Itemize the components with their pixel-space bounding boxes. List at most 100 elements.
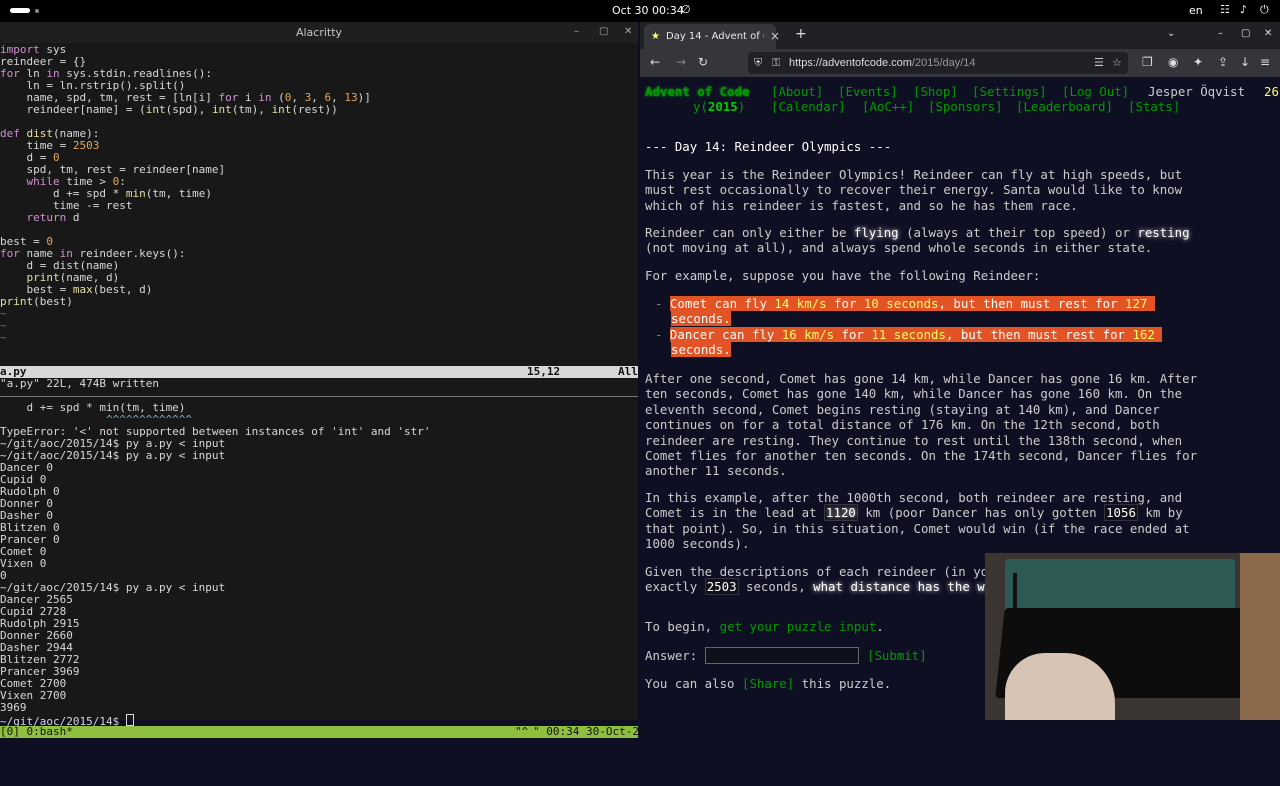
text-run: this puzzle. xyxy=(794,676,892,691)
submit-button[interactable]: [Submit] xyxy=(867,648,927,663)
extensions-icon[interactable]: ✦ xyxy=(1193,55,1203,69)
vim-scroll-position: All xyxy=(618,365,638,378)
text-run: 127 xyxy=(1125,296,1148,311)
webcam-overlay xyxy=(985,553,1280,720)
value-1056: 1056 xyxy=(1104,504,1138,522)
address-bar[interactable]: ⛨ ⚿ https://adventofcode.com/2015/day/14… xyxy=(748,52,1128,74)
day-title: --- Day 14: Reindeer Olympics --- xyxy=(645,139,892,154)
close-icon[interactable]: ✕ xyxy=(624,26,632,38)
text-run: Reindeer can only either be xyxy=(645,225,854,240)
reload-icon[interactable]: ↻ xyxy=(698,55,708,69)
power-icon[interactable]: ⏻ xyxy=(1260,3,1269,17)
forward-icon[interactable]: → xyxy=(676,55,686,69)
text-run: for xyxy=(834,327,872,342)
shell-line: Vixen 0 xyxy=(0,558,47,570)
network-icon[interactable]: ☷ xyxy=(1220,3,1230,16)
downloads-icon[interactable]: ↓ xyxy=(1240,55,1250,69)
code-line: ln = ln.rstrip().split() xyxy=(0,80,186,92)
shell-line: TypeError: '<' not supported between ins… xyxy=(0,426,431,438)
text-run: Dancer can fly xyxy=(669,327,782,342)
empty-line-marker: ~ xyxy=(0,332,7,344)
lock-icon[interactable]: ⚿ xyxy=(772,56,780,70)
url-text[interactable]: https://adventofcode.com/2015/day/14 xyxy=(789,57,976,69)
tmux-window-list[interactable]: [0] 0:bash* xyxy=(0,726,73,738)
maximize-icon[interactable]: ▢ xyxy=(599,26,608,38)
clock[interactable]: Oct 30 00:34 xyxy=(612,4,684,17)
workspace-indicator[interactable] xyxy=(10,8,30,13)
text-run: . xyxy=(876,619,884,634)
list-item-dancer-cont: seconds. xyxy=(671,342,1271,357)
code-line: reindeer = {} xyxy=(0,56,87,68)
workspace-dot[interactable] xyxy=(35,9,39,13)
close-icon[interactable]: ✕ xyxy=(1264,28,1272,39)
input-language[interactable]: en xyxy=(1189,4,1203,17)
shell-line: ~/git/aoc/2015/14$ py a.py < input xyxy=(0,438,226,450)
answer-input[interactable] xyxy=(705,647,859,664)
terminal-title: Alacritty xyxy=(295,26,343,39)
share-icon[interactable]: ⇪ xyxy=(1218,55,1228,69)
emphasis-flying: flying xyxy=(853,225,899,240)
nav-about[interactable]: [About] xyxy=(771,84,823,99)
shell-line: 3969 xyxy=(0,702,27,714)
nav-leaderboard[interactable]: [Leaderboard] xyxy=(1016,99,1113,114)
bookmark-star-icon[interactable]: ☆ xyxy=(1112,56,1122,69)
aoc-logo-link[interactable]: Advent of Code xyxy=(645,84,749,99)
nav-settings[interactable]: [Settings] xyxy=(972,84,1047,99)
new-tab-icon[interactable]: + xyxy=(795,26,807,42)
maximize-icon[interactable]: ▢ xyxy=(1241,28,1250,39)
tmux-clock: " 00:34 30-Oct-24 xyxy=(533,725,646,738)
minimize-icon[interactable]: – xyxy=(574,26,579,38)
nav-logout[interactable]: [Log Out] xyxy=(1062,84,1129,99)
nav-sponsors[interactable]: [Sponsors] xyxy=(928,99,1003,114)
shell-line: Blitzen 2772 xyxy=(0,654,80,666)
puzzle-input-link[interactable]: get your puzzle input xyxy=(720,619,877,634)
shell-prompt[interactable]: ~/git/aoc/2015/14$ xyxy=(0,714,638,726)
terminal-window[interactable]: Alacritty – ▢ ✕ import sys reindeer = {}… xyxy=(0,22,646,738)
minimize-icon[interactable]: – xyxy=(1218,28,1223,39)
nav-aocplusplus[interactable]: [AoC++] xyxy=(862,99,914,114)
shell-line: ~/git/aoc/2015/14$ py a.py < input xyxy=(0,582,226,594)
shell-line: Cupid 2728 xyxy=(0,606,67,618)
nav-stats[interactable]: [Stats] xyxy=(1128,99,1180,114)
close-tab-icon[interactable]: × xyxy=(770,29,780,43)
tab-list-chevron-icon[interactable]: ⌄ xyxy=(1167,28,1175,39)
nav-calendar[interactable]: [Calendar] xyxy=(771,99,846,114)
code-line: reindeer[name] = (int(spd), int(tm), int… xyxy=(0,104,338,116)
tab-day-14[interactable]: ★ Day 14 - Advent of Code × xyxy=(644,24,780,49)
simulation-paragraph: After one second, Comet has gone 14 km, … xyxy=(645,371,1198,479)
shell-line: Rudolph 0 xyxy=(0,486,60,498)
empty-line-marker: ~ xyxy=(0,308,7,320)
code-line: print(name, d) xyxy=(26,272,120,284)
code-line: spd, tm, rest = reindeer[name] xyxy=(0,164,226,176)
shell-line: Dancer 0 xyxy=(0,462,53,474)
aoc-year: y(2015) xyxy=(693,99,745,114)
back-icon[interactable]: ← xyxy=(650,55,660,69)
shell-output[interactable]: d += spd * min(tm, time) ^^^^^^^^^^^^^ T… xyxy=(0,402,638,726)
shell-line: Comet 2700 xyxy=(0,678,67,690)
shell-line: Donner 0 xyxy=(0,498,53,510)
shell-line: d += spd * min(tm, time) xyxy=(0,402,186,414)
emphasis-resting: resting xyxy=(1137,225,1190,240)
pocket-icon[interactable]: ❐ xyxy=(1142,55,1153,69)
menu-icon[interactable]: ≡ xyxy=(1260,55,1270,69)
shell-line: Dancer 2565 xyxy=(0,594,73,606)
volume-icon[interactable]: ♪ xyxy=(1240,3,1247,16)
vim-buffer[interactable]: import sys reindeer = {} for ln in sys.s… xyxy=(0,44,638,344)
reader-view-icon[interactable]: ☰ xyxy=(1094,56,1104,69)
text-run: 162 xyxy=(1132,327,1155,342)
shell-line: Vixen 2700 xyxy=(0,690,67,702)
account-icon[interactable]: ◉ xyxy=(1168,55,1178,69)
pane-divider[interactable] xyxy=(0,396,638,397)
code-line: def dist(name): xyxy=(0,128,100,140)
tmux-status-bar: [0] 0:bash* "^ " 00:34 30-Oct-24 xyxy=(0,726,646,738)
share-link[interactable]: [Share] xyxy=(742,676,794,691)
nav-events[interactable]: [Events] xyxy=(838,84,898,99)
tracking-shield-icon[interactable]: ⛨ xyxy=(754,56,762,70)
text-run: 16 km/s xyxy=(781,327,835,342)
user-name: Jesper Öqvist xyxy=(1148,84,1245,99)
nav-shop[interactable]: [Shop] xyxy=(913,84,958,99)
navigation-toolbar: ← → ↻ ⛨ ⚿ https://adventofcode.com/2015/… xyxy=(640,49,1280,77)
desk-edge xyxy=(1240,553,1280,720)
year-suffix: ) xyxy=(737,99,746,114)
shell-line: Donner 2660 xyxy=(0,630,73,642)
